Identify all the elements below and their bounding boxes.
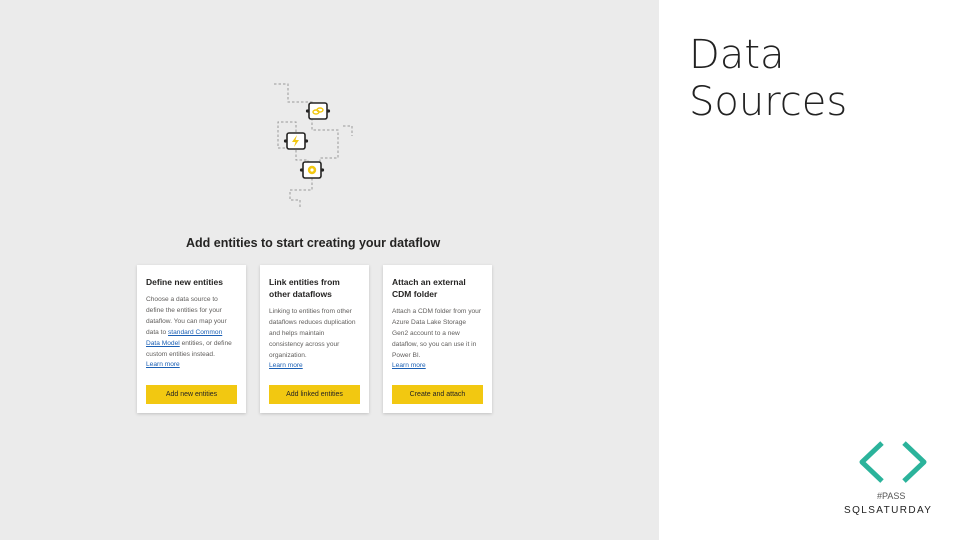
card-link-entities: Link entities from other dataflows Linki… [260, 265, 369, 413]
slide-title: Data Sources [689, 32, 847, 126]
lightning-node [283, 132, 309, 150]
learn-more-link[interactable]: Learn more [146, 360, 237, 369]
learn-more-link[interactable]: Learn more [269, 361, 360, 370]
sqlsaturday-label: SQLSATURDAY [844, 505, 933, 516]
dataflow-heading: Add entities to start creating your data… [186, 236, 441, 250]
card-attach-cdm-folder: Attach an external CDM folder Attach a C… [383, 265, 492, 413]
slide-title-line1: Data [689, 32, 785, 78]
card-define-new-entities: Define new entities Choose a data source… [137, 265, 246, 413]
card-description: Choose a data source to define the entit… [146, 294, 237, 360]
slide-title-line2: Sources [689, 79, 848, 125]
card-description: Attach a CDM folder from your Azure Data… [392, 308, 482, 359]
link-node [305, 102, 331, 120]
add-new-entities-button[interactable]: Add new entities [146, 385, 237, 404]
add-linked-entities-button[interactable]: Add linked entities [269, 385, 360, 404]
learn-more-link[interactable]: Learn more [392, 361, 483, 370]
card-title: Attach an external CDM folder [392, 277, 466, 299]
gear-icon [307, 165, 317, 175]
pass-label: #PASS [877, 491, 906, 501]
card-title: Link entities from other dataflows [269, 277, 340, 299]
card-title: Define new entities [146, 277, 223, 287]
dataflow-illustration [274, 83, 353, 208]
create-and-attach-button[interactable]: Create and attach [392, 385, 483, 404]
gear-node [299, 161, 325, 179]
sqlsaturday-logo-icon [859, 441, 927, 483]
card-description: Linking to entities from other dataflows… [269, 308, 356, 359]
